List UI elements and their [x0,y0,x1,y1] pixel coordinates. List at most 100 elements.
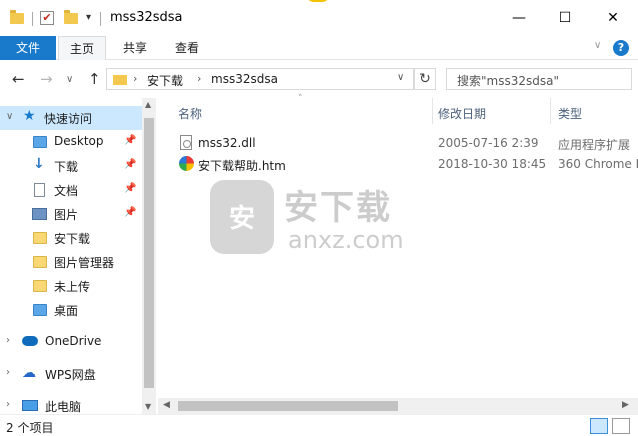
tab-view[interactable]: 查看 [164,36,210,60]
sidebar-item-downloads[interactable]: ↓ 下载 📌 [0,154,142,178]
horizontal-scrollbar[interactable]: ◀ ▶ [158,398,638,414]
recent-locations-icon[interactable]: ∨ [66,74,73,85]
properties-icon[interactable]: ✔ [40,11,54,25]
watermark: 安 安下载 anxz.com [210,180,430,260]
file-name[interactable]: mss32.dll [198,136,256,150]
title-bar: ✔ ▾ mss32sdsa — ☐ ✕ [0,0,638,36]
scroll-up-icon[interactable]: ▲ [145,100,151,109]
sidebar-scrollbar[interactable]: ▲ ▼ [142,98,156,414]
browser-file-icon [179,156,194,171]
sidebar-item-wps[interactable]: › ☁ WPS网盘 [0,362,142,386]
folder-icon [33,280,47,292]
maximize-button[interactable]: ☐ [542,4,588,32]
details-view-icon[interactable] [590,418,608,434]
navigation-pane: ∨ ★ 快速访问 Desktop 📌 ↓ 下载 📌 文档 📌 图片 📌 安下载 … [0,98,142,414]
breadcrumb-separator[interactable]: › [133,72,137,85]
close-button[interactable]: ✕ [590,4,636,32]
file-type: 应用程序扩展 [558,138,631,152]
sidebar-item-label: 安下载 [54,232,91,246]
tab-file[interactable]: 文件 [0,36,56,60]
scroll-down-icon[interactable]: ▼ [145,402,151,411]
pin-icon[interactable]: 📌 [124,207,136,218]
file-type: 360 Chrome HTM [558,157,638,171]
navigation-bar: ← → ∨ ↑ › 安下载 › mss32sdsa ∨ ↻ 搜索"mss32sd… [0,60,638,98]
column-divider[interactable] [550,98,551,124]
decorative-blob [306,0,330,2]
status-bar: 2 个项目 [0,414,638,436]
column-divider[interactable] [432,98,433,124]
table-row[interactable]: 安下载帮助.htm 2018-10-30 18:45 360 Chrome HT… [158,153,638,175]
ribbon-tabs: 文件 主页 共享 查看 ∨ ? [0,36,638,60]
computer-icon [22,400,38,411]
sidebar-item-label: Desktop [54,134,104,148]
table-row[interactable]: mss32.dll 2005-07-16 2:39 应用程序扩展 [158,132,638,154]
sidebar-item-label: 图片管理器 [54,256,115,270]
new-folder-icon[interactable] [64,10,78,24]
horizontal-scroll-thumb[interactable] [178,401,398,411]
address-folder-icon [113,75,127,85]
chevron-right-icon[interactable]: › [6,367,10,378]
column-header: ˄ 名称 修改日期 类型 [158,94,638,124]
sidebar-item-label: WPS网盘 [45,368,96,382]
folder-icon [33,232,47,244]
sidebar-item-onedrive[interactable]: › OneDrive [0,330,142,354]
sidebar-item-anxz[interactable]: 安下载 [0,226,142,250]
scroll-left-icon[interactable]: ◀ [163,400,170,410]
tab-home[interactable]: 主页 [58,36,106,60]
sidebar-item-not-uploaded[interactable]: 未上传 [0,274,142,298]
cloud-icon [22,336,38,346]
column-date[interactable]: 修改日期 [438,105,486,122]
sidebar-item-desktop-cn[interactable]: 桌面 [0,298,142,322]
item-count: 2 个项目 [6,421,54,435]
chevron-right-icon[interactable]: › [6,399,10,410]
pin-icon[interactable]: 📌 [124,183,136,194]
sidebar-item-quick-access[interactable]: ∨ ★ 快速访问 [0,106,142,130]
forward-arrow-icon[interactable]: → [40,70,53,88]
document-icon [34,183,45,197]
search-input[interactable]: 搜索"mss32sdsa" [446,68,632,90]
chevron-right-icon[interactable]: › [6,335,10,346]
picture-icon [32,208,47,220]
sidebar-item-image-manager[interactable]: 图片管理器 [0,250,142,274]
quick-access-dropdown-icon[interactable]: ▾ [86,12,91,23]
breadcrumb-separator[interactable]: › [197,72,201,85]
sidebar-item-label: 快速访问 [44,112,93,126]
scroll-right-icon[interactable]: ▶ [622,400,629,410]
address-bar[interactable]: › 安下载 › mss32sdsa ∨ [106,68,414,90]
pin-icon[interactable]: 📌 [124,159,136,170]
sidebar-item-pictures[interactable]: 图片 📌 [0,202,142,226]
search-placeholder: 搜索"mss32sdsa" [457,74,559,88]
sidebar-item-label: 文档 [54,184,79,198]
file-name[interactable]: 安下载帮助.htm [198,157,286,174]
minimize-button[interactable]: — [496,4,542,32]
up-arrow-icon[interactable]: ↑ [88,70,101,88]
pin-icon[interactable]: 📌 [124,135,136,146]
column-type[interactable]: 类型 [558,105,582,122]
file-date: 2005-07-16 2:39 [438,136,539,150]
large-icons-view-icon[interactable] [612,418,630,434]
tab-share[interactable]: 共享 [112,36,158,60]
back-arrow-icon[interactable]: ← [12,70,25,88]
sidebar-item-label: 此电脑 [45,400,82,414]
wps-cloud-icon: ☁ [22,365,36,381]
watermark-url: anxz.com [288,226,404,254]
sidebar-item-desktop[interactable]: Desktop 📌 [0,130,142,154]
download-icon: ↓ [33,156,45,172]
quick-access-divider [32,12,33,26]
ribbon-expand-icon[interactable]: ∨ [594,40,601,51]
sidebar-scroll-thumb[interactable] [144,118,154,388]
shield-logo-icon: 安 [210,180,274,254]
sidebar-item-documents[interactable]: 文档 📌 [0,178,142,202]
refresh-button[interactable]: ↻ [414,68,436,90]
address-dropdown-icon[interactable]: ∨ [397,72,404,83]
breadcrumb-item[interactable]: 安下载 [147,72,183,89]
window-title: mss32sdsa [110,10,183,25]
sidebar-item-label: 图片 [54,208,79,222]
file-date: 2018-10-30 18:45 [438,157,547,171]
help-icon[interactable]: ? [613,40,629,56]
column-name[interactable]: 名称 [178,105,202,122]
title-divider [100,12,101,26]
breadcrumb-item[interactable]: mss32sdsa [211,72,278,86]
chevron-down-icon[interactable]: ∨ [6,111,13,122]
window-folder-icon [10,10,24,24]
